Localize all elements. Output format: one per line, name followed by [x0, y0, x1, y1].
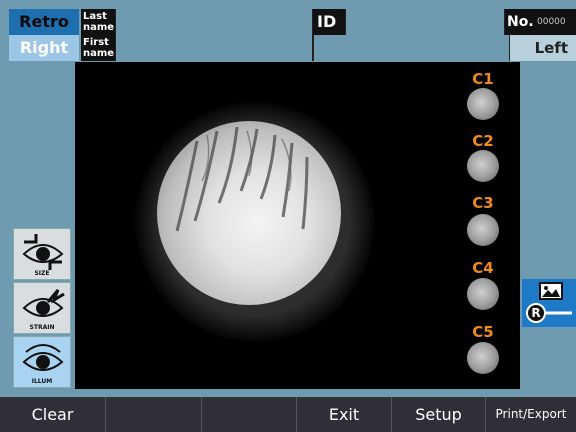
pupil-retroillumination-image	[157, 121, 341, 305]
info-field[interactable]	[313, 35, 510, 61]
exit-button[interactable]: Exit	[297, 397, 392, 432]
eye-size-icon	[22, 234, 64, 270]
print-export-button[interactable]: Print/Export	[486, 397, 576, 432]
last-name-label: Last name	[81, 9, 115, 35]
illum-tool-label: ILLUM	[31, 378, 53, 385]
thumbnail-label-c1: C1	[472, 70, 494, 88]
thumbnail-label-c4: C4	[472, 259, 494, 277]
size-tool-label: SIZE	[34, 270, 50, 277]
thumbnail-c5[interactable]	[467, 342, 499, 374]
number-label: No.	[505, 9, 537, 35]
thumbnail-label-c5: C5	[472, 323, 494, 341]
first-name-field[interactable]	[115, 35, 313, 61]
thumbnail-c2[interactable]	[467, 150, 499, 182]
clear-button[interactable]: Clear	[0, 397, 106, 432]
left-eye-tag[interactable]: Left	[510, 35, 576, 61]
retro-tag[interactable]: Retro	[9, 9, 79, 35]
right-eye-letter: R	[531, 306, 541, 320]
illum-tool-button[interactable]: ILLUM	[13, 336, 71, 388]
right-eye-tag[interactable]: Right	[9, 35, 79, 61]
strain-tool-button[interactable]: STRAIN	[13, 282, 71, 334]
thumbnail-c4[interactable]	[467, 278, 499, 310]
first-name-label: First name	[81, 35, 115, 61]
right-eye-image-button[interactable]: R	[522, 279, 576, 327]
eye-illum-icon	[22, 344, 64, 371]
id-field[interactable]	[345, 9, 505, 35]
header-row-2: Right First name Left	[0, 35, 576, 61]
bottom-toolbar: Clear Exit Setup Print/Export	[0, 397, 576, 432]
eye-image-viewer[interactable]: C1 C2 C3 C4 C5	[75, 62, 520, 389]
eye-strain-icon	[22, 289, 65, 317]
id-label: ID	[313, 9, 345, 35]
setup-button[interactable]: Setup	[392, 397, 486, 432]
thumbnail-column: C1 C2 C3 C4 C5	[455, 62, 515, 389]
app-window: Retro Last name ID No. 00000 Right First…	[0, 0, 576, 432]
empty-button-2[interactable]	[202, 397, 297, 432]
thumbnail-c3[interactable]	[467, 214, 499, 246]
empty-button-1[interactable]	[106, 397, 202, 432]
thumbnail-c1[interactable]	[467, 88, 499, 120]
size-tool-button[interactable]: SIZE	[13, 228, 71, 280]
thumbnail-label-c3: C3	[472, 194, 494, 212]
header-row-1: Retro Last name ID No. 00000	[0, 9, 576, 35]
strain-tool-label: STRAIN	[29, 324, 55, 331]
thumbnail-label-c2: C2	[472, 132, 494, 150]
last-name-field[interactable]	[115, 9, 313, 35]
number-value: 00000	[537, 9, 576, 35]
